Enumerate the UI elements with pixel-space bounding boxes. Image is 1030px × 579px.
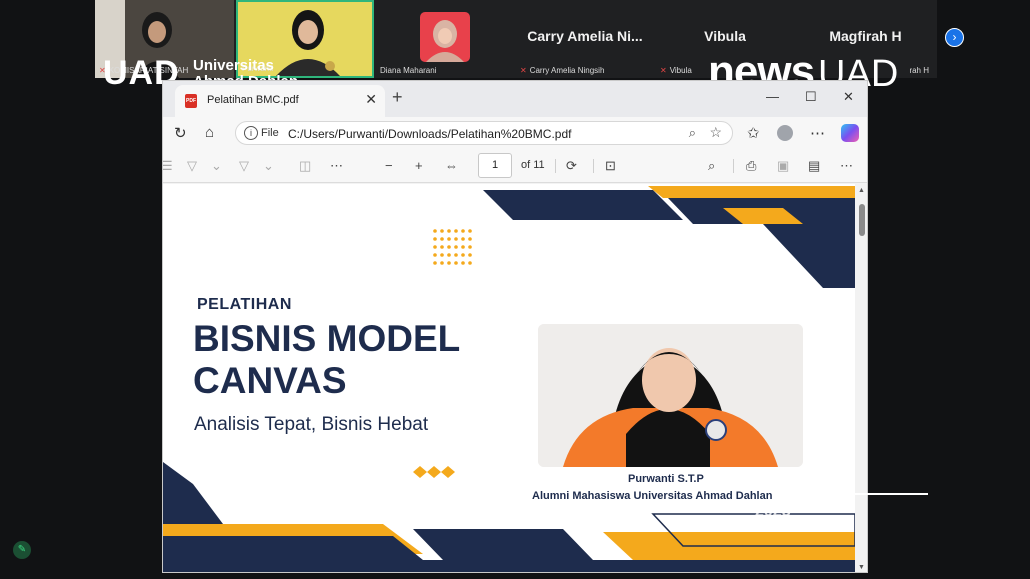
divider (555, 159, 556, 173)
participant-tile[interactable]: Diana Maharani (376, 0, 514, 78)
print-icon[interactable]: ⎙ (746, 158, 756, 174)
contents-icon[interactable]: ☰ (163, 158, 173, 174)
fit-width-icon[interactable]: ⇔ (445, 158, 458, 173)
more-tools-icon[interactable]: ⋯ (330, 158, 343, 174)
zoom-icon[interactable]: ⌕ (689, 125, 696, 141)
pdf-page: PELATIHAN BISNIS MODEL CANVAS Analisis T… (163, 184, 855, 572)
participant-display-name: Magfirah H (829, 28, 902, 44)
zoom-in-icon[interactable]: + (415, 158, 423, 173)
draw-icon[interactable]: ▽ (239, 158, 249, 174)
copilot-icon[interactable] (841, 124, 859, 142)
participant-display-name: Carry Amelia Ni... (527, 28, 643, 44)
info-icon[interactable]: i (244, 126, 258, 140)
minimize-icon[interactable]: — (766, 89, 779, 104)
favorites-icon[interactable]: ✩ (747, 124, 760, 142)
save-as-icon[interactable]: ▤ (808, 158, 820, 174)
address-bar-row: ↻ ⌂ i File C:/Users/Purwanti/Downloads/P… (163, 117, 867, 149)
page-view-icon[interactable]: ⊡ (605, 158, 616, 174)
tab-bar: PDF Pelatihan BMC.pdf ✕ + — ☐ ✕ (163, 81, 867, 117)
slide-kicker: PELATIHAN (197, 296, 292, 313)
participant-name: Diana Maharani (380, 66, 437, 75)
browser-window: PDF Pelatihan BMC.pdf ✕ + — ☐ ✕ ↻ ⌂ i Fi… (162, 80, 868, 573)
overlay-line (818, 493, 928, 495)
address-bar[interactable]: i File C:/Users/Purwanti/Downloads/Pelat… (235, 121, 733, 145)
zoom-out-icon[interactable]: − (385, 158, 393, 173)
speaker-name: Purwanti S.T.P (628, 473, 704, 485)
search-icon[interactable]: ⌕ (708, 158, 715, 174)
save-icon[interactable]: ▣ (777, 158, 789, 174)
star-icon[interactable]: ☆ (709, 124, 722, 141)
speaker-portrait (538, 324, 803, 467)
slide-subtitle: Analisis Tepat, Bisnis Hebat (194, 414, 429, 435)
file-label: File (261, 127, 279, 139)
slide-title: BISNIS MODEL CANVAS (193, 318, 461, 401)
participant-tile[interactable]: Carry Amelia Ni... ✕ Carry Amelia Ningsih (516, 0, 654, 78)
participant-name: rah H (909, 66, 929, 75)
participant-name: ✕ Vibula (660, 66, 692, 75)
close-window-icon[interactable]: ✕ (843, 89, 854, 105)
more-icon[interactable]: ⋯ (810, 124, 825, 142)
participant-display-name: Vibula (704, 28, 746, 44)
scroll-down-icon[interactable]: ▼ (858, 564, 865, 571)
eraser-icon[interactable]: ◫ (299, 158, 311, 174)
participant-name: ✕ Carry Amelia Ningsih (520, 66, 605, 75)
rotate-icon[interactable]: ⟳ (566, 158, 577, 174)
speaker-role: Alumni Mahasiswa Universitas Ahmad Dahla… (532, 490, 773, 502)
pdf-toolbar: ☰ ▽ ⌄ ▽ ⌄ ◫ ⋯ − + ⇔ 1 of 11 ⟳ ⊡ ⌕ ⎙ ▣ ▤ … (163, 149, 867, 183)
divider (733, 159, 734, 173)
mic-off-icon: ✕ (660, 66, 667, 75)
highlight-icon[interactable]: ▽ (187, 158, 197, 174)
chevron-right-icon[interactable]: › (945, 28, 964, 47)
new-tab-icon[interactable]: + (392, 87, 403, 108)
more-icon[interactable]: ⋯ (840, 158, 853, 174)
close-tab-icon[interactable]: ✕ (365, 91, 377, 108)
page-total: of 11 (521, 159, 545, 171)
slide-year: 2025 (755, 503, 791, 520)
screen: ✕ KOMISARIAT SINTAH Purwanti Diana Mahara… (0, 0, 1030, 579)
participant-avatar (420, 12, 470, 62)
speaker-photo (538, 324, 803, 467)
chevron-down-icon[interactable]: ⌄ (263, 158, 274, 174)
divider (593, 159, 594, 173)
tab-pdf[interactable]: PDF Pelatihan BMC.pdf ✕ (175, 85, 385, 117)
home-icon[interactable]: ⌂ (205, 124, 214, 141)
pdf-icon: PDF (185, 94, 197, 108)
scrollbar-thumb[interactable] (859, 204, 865, 236)
profile-avatar-icon[interactable] (777, 125, 793, 141)
tab-title: Pelatihan BMC.pdf (207, 94, 299, 106)
mic-off-icon: ✕ (520, 66, 527, 75)
url-text[interactable]: C:/Users/Purwanti/Downloads/Pelatihan%20… (288, 127, 571, 141)
vertical-scrollbar[interactable]: ▲ ▼ (855, 184, 867, 572)
pen-icon[interactable]: ✎ (13, 541, 31, 559)
pdf-viewer[interactable]: PELATIHAN BISNIS MODEL CANVAS Analisis T… (163, 184, 867, 572)
refresh-icon[interactable]: ↻ (174, 124, 187, 142)
chevron-down-icon[interactable]: ⌄ (211, 158, 222, 174)
scroll-up-icon[interactable]: ▲ (858, 187, 865, 194)
page-number-input[interactable]: 1 (478, 153, 512, 178)
maximize-icon[interactable]: ☐ (805, 89, 817, 105)
